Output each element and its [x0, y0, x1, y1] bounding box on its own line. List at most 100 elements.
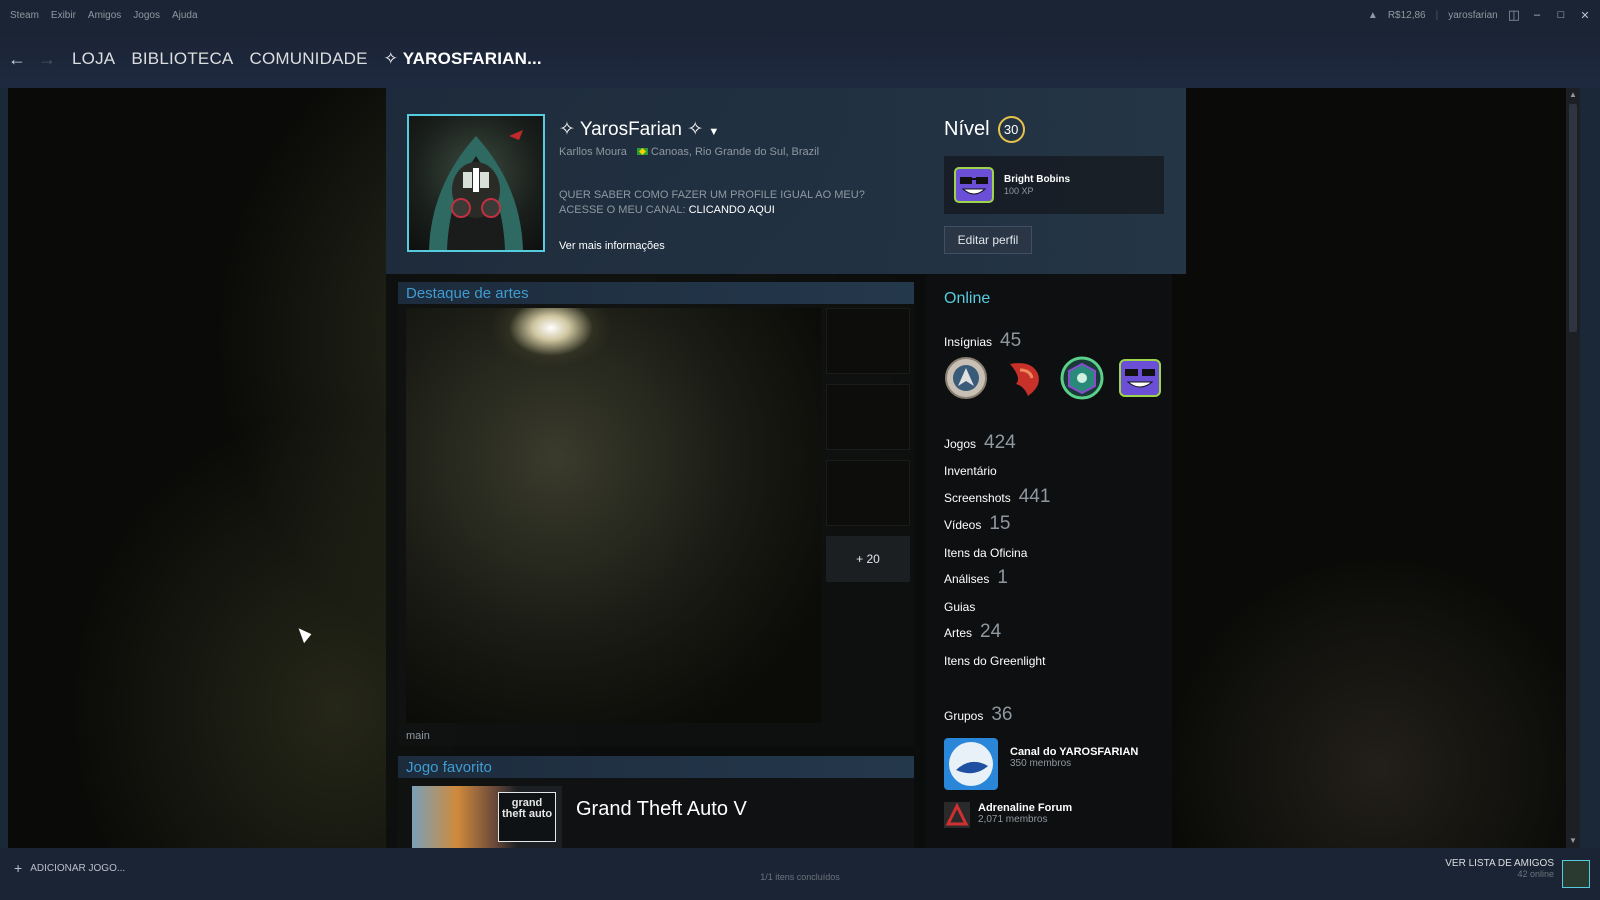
badge-row	[944, 356, 1162, 400]
artwork-showcase: Destaque de artes + 20 main	[398, 282, 914, 746]
nav-profile[interactable]: ✧ YAROSFARIAN...	[384, 49, 542, 69]
nav-library[interactable]: BIBLIOTECA	[131, 49, 233, 69]
stat-label: Artes	[944, 626, 973, 640]
friends-list-label: VER LISTA DE AMIGOS	[1445, 858, 1554, 869]
scrollbar[interactable]: ▲ ▼	[1566, 88, 1580, 848]
menu-steam[interactable]: Steam	[10, 10, 39, 21]
nav-store[interactable]: LOJA	[72, 49, 115, 69]
stat-label: Jogos	[944, 437, 977, 451]
summary-line-2: ACESSE O MEU CANAL:	[559, 204, 689, 216]
location-text: Canoas, Rio Grande do Sul, Brazil	[650, 146, 820, 158]
notification-icon[interactable]: ▲	[1368, 10, 1378, 21]
friends-avatar[interactable]	[1562, 860, 1590, 888]
maximize-button[interactable]: □	[1554, 9, 1568, 21]
stat-artwork[interactable]: Artes 24	[944, 621, 1001, 643]
artwork-showcase-title: Destaque de artes	[406, 285, 529, 302]
favorite-game-header: Jogo favorito	[398, 756, 914, 778]
summary-line-1: QUER SABER COMO FAZER UM PROFILE IGUAL A…	[559, 189, 865, 201]
account-name[interactable]: yarosfarian	[1448, 10, 1497, 21]
stat-label: Análises	[944, 572, 990, 586]
badge-dragon-icon[interactable]	[1002, 356, 1046, 400]
stat-inventory[interactable]: Inventário	[944, 464, 997, 478]
badge-bright-bobins-icon[interactable]	[1118, 356, 1162, 400]
nav-community[interactable]: COMUNIDADE	[249, 49, 367, 69]
nav-links: LOJA BIBLIOTECA COMUNIDADE ✧ YAROSFARIAN…	[72, 49, 542, 69]
groups-label: Grupos	[944, 709, 984, 723]
group-name: Canal do YAROSFARIAN	[1010, 746, 1139, 758]
favorite-badge-xp: 100 XP	[1004, 186, 1034, 196]
favorite-badge[interactable]: Bright Bobins 100 XP	[944, 156, 1164, 214]
brazil-flag-icon	[636, 148, 648, 155]
chevron-down-icon[interactable]: ▼	[708, 126, 719, 138]
favorite-game-showcase: Jogo favorito grand theft auto Grand The…	[398, 756, 914, 848]
stat-label: Vídeos	[944, 518, 982, 532]
avatar[interactable]	[407, 114, 545, 252]
minimize-button[interactable]: –	[1530, 9, 1544, 21]
menu-bar: Steam Exibir Amigos Jogos Ajuda	[0, 10, 198, 21]
menu-view[interactable]: Exibir	[51, 10, 76, 21]
profile-summary: QUER SABER COMO FAZER UM PROFILE IGUAL A…	[559, 188, 865, 218]
wallet-balance[interactable]: R$12,86	[1388, 10, 1426, 21]
more-info-link[interactable]: Ver mais informações	[559, 240, 665, 252]
group-avatar-canal	[944, 738, 998, 790]
stat-label: Guias	[944, 600, 976, 614]
stat-count: 441	[1018, 486, 1051, 507]
stat-games[interactable]: Jogos 424	[944, 432, 1016, 454]
stat-count: 1	[997, 567, 1008, 588]
group-members: 350 membros	[1010, 758, 1072, 769]
favorite-game-name[interactable]: Grand Theft Auto V	[576, 798, 747, 821]
scroll-up-icon[interactable]: ▲	[1566, 88, 1580, 102]
scrollbar-thumb[interactable]	[1569, 104, 1577, 332]
close-button[interactable]: ✕	[1578, 9, 1592, 22]
menu-friends[interactable]: Amigos	[88, 10, 121, 21]
stat-reviews[interactable]: Análises 1	[944, 567, 1008, 589]
right-column: Online Insígnias 45 Jogos 424 Inventário	[926, 274, 1172, 848]
title-bar: Steam Exibir Amigos Jogos Ajuda ▲ R$12,8…	[0, 0, 1600, 30]
back-arrow-icon[interactable]: ←	[4, 49, 30, 70]
level-badge[interactable]: 30	[997, 116, 1025, 143]
artwork-thumb[interactable]	[826, 308, 910, 374]
game-capsule-image[interactable]: grand theft auto	[412, 786, 562, 848]
friends-list-button[interactable]: VER LISTA DE AMIGOS 42 online	[1445, 858, 1554, 879]
artwork-showcase-header: Destaque de artes	[398, 282, 914, 304]
stat-label: Screenshots	[944, 491, 1011, 505]
mouse-cursor-icon	[298, 624, 314, 644]
edit-profile-button[interactable]: Editar perfil	[944, 226, 1032, 254]
group-members: 2,071 membros	[978, 814, 1048, 825]
favorite-badge-name: Bright Bobins	[1004, 174, 1071, 185]
scroll-down-icon[interactable]: ▼	[1566, 834, 1580, 848]
online-status: Online	[944, 290, 991, 307]
titlebar-right: ▲ R$12,86 | yarosfarian ◫ – □ ✕	[1368, 0, 1592, 30]
stat-screenshots[interactable]: Screenshots 441	[944, 486, 1050, 508]
location: Canoas, Rio Grande do Sul, Brazil	[636, 146, 820, 158]
stat-workshop[interactable]: Itens da Oficina	[944, 546, 1027, 560]
stat-greenlight[interactable]: Itens do Greenlight	[944, 654, 1045, 668]
badge-cube-icon[interactable]	[1060, 356, 1104, 400]
big-picture-icon[interactable]: ◫	[1508, 7, 1520, 23]
menu-games[interactable]: Jogos	[133, 10, 160, 21]
menu-help[interactable]: Ajuda	[172, 10, 198, 21]
groups-link[interactable]: Grupos 36	[944, 704, 1013, 726]
stat-label: Inventário	[944, 464, 997, 478]
downloads-status[interactable]: 1/1 itens concluídos	[0, 872, 1600, 882]
game-logo: grand theft auto	[498, 792, 556, 842]
persona-name[interactable]: ✧ YarosFarian ✧ ▼	[559, 118, 719, 141]
group-name: Adrenaline Forum	[978, 802, 1073, 814]
level-label: Nível	[944, 118, 990, 140]
stat-count: 24	[980, 621, 1002, 642]
stat-label: Itens do Greenlight	[944, 654, 1046, 668]
bottom-bar: + ADICIONAR JOGO... 1/1 itens concluídos…	[0, 848, 1600, 900]
more-artwork-button[interactable]: + 20	[826, 536, 910, 582]
stat-videos[interactable]: Vídeos 15	[944, 513, 1011, 535]
left-column: Destaque de artes + 20 main Jogo favorit…	[386, 274, 926, 848]
badge-shield-icon[interactable]	[944, 356, 988, 400]
artwork-thumb[interactable]	[826, 384, 910, 450]
artwork-thumb[interactable]	[826, 460, 910, 526]
summary-link[interactable]: CLICANDO AQUI	[689, 204, 775, 216]
forward-arrow-icon[interactable]: →	[34, 49, 60, 70]
badges-link[interactable]: Insígnias 45	[944, 330, 1021, 352]
group-info: Adrenaline Forum 2,071 membros	[978, 802, 1148, 825]
persona-name-text: ✧ YarosFarian ✧	[559, 119, 704, 140]
featured-artwork[interactable]	[406, 308, 821, 723]
stat-guides[interactable]: Guias	[944, 600, 975, 614]
